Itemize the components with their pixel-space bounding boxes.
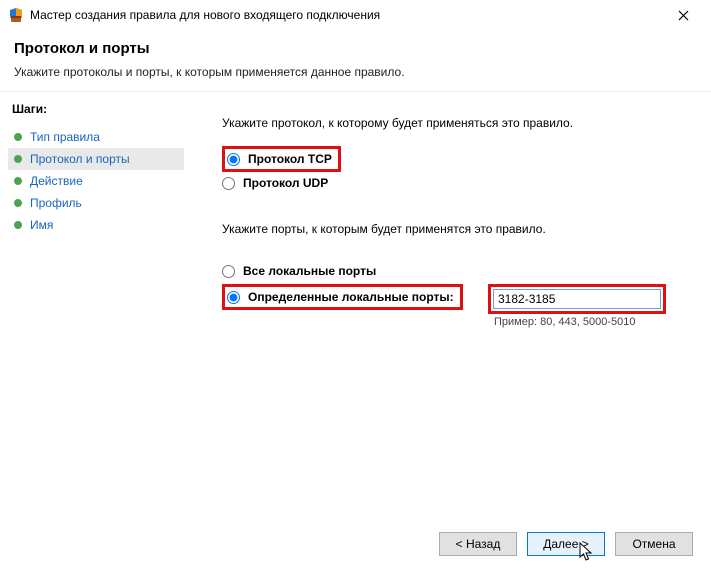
back-button[interactable]: < Назад — [439, 532, 517, 556]
step-label: Протокол и порты — [30, 152, 130, 166]
step-bullet-icon — [14, 155, 22, 163]
close-icon — [678, 10, 689, 21]
radio-all-ports-label: Все локальные порты — [243, 264, 376, 278]
step-bullet-icon — [14, 199, 22, 207]
radio-udp-input[interactable] — [222, 177, 235, 190]
step-label: Тип правила — [30, 130, 100, 144]
steps-sidebar: Шаги: Тип правила Протокол и порты Дейст… — [0, 92, 192, 530]
radio-udp-label: Протокол UDP — [243, 176, 328, 190]
ports-intro-text: Укажите порты, к которым будет применятс… — [222, 222, 681, 236]
highlight-specific-ports: Определенные локальные порты: — [222, 284, 463, 310]
window-title: Мастер создания правила для нового входя… — [30, 8, 663, 22]
wizard-header: Протокол и порты Укажите протоколы и пор… — [0, 30, 711, 91]
step-label: Действие — [30, 174, 83, 188]
steps-heading: Шаги: — [8, 102, 184, 116]
highlight-tcp: Протокол TCP — [222, 146, 341, 172]
close-button[interactable] — [663, 1, 703, 29]
firewall-shield-icon — [8, 7, 24, 23]
step-label: Имя — [30, 218, 53, 232]
step-bullet-icon — [14, 177, 22, 185]
cancel-button[interactable]: Отмена — [615, 532, 693, 556]
titlebar: Мастер создания правила для нового входя… — [0, 0, 711, 30]
content-area: Шаги: Тип правила Протокол и порты Дейст… — [0, 92, 711, 530]
radio-udp[interactable]: Протокол UDP — [222, 174, 681, 192]
radio-tcp[interactable]: Протокол TCP — [227, 150, 332, 168]
radio-specific-ports[interactable]: Определенные локальные порты: — [227, 288, 454, 306]
step-bullet-icon — [14, 133, 22, 141]
page-title: Протокол и порты — [14, 40, 697, 57]
protocol-intro-text: Укажите протокол, к которому будет приме… — [222, 116, 681, 130]
page-subtitle: Укажите протоколы и порты, к которым при… — [14, 65, 697, 89]
step-bullet-icon — [14, 221, 22, 229]
radio-specific-ports-input[interactable] — [227, 291, 240, 304]
step-action[interactable]: Действие — [8, 170, 184, 192]
radio-specific-ports-label: Определенные локальные порты: — [248, 290, 454, 304]
radio-all-ports[interactable]: Все локальные порты — [222, 262, 482, 280]
ports-example-text: Пример: 80, 443, 5000-5010 — [494, 316, 666, 328]
wizard-footer: < Назад Далее > Отмена — [0, 520, 711, 568]
step-protocol-ports[interactable]: Протокол и порты — [8, 148, 184, 170]
next-button[interactable]: Далее > — [527, 532, 605, 556]
step-rule-type[interactable]: Тип правила — [8, 126, 184, 148]
step-name[interactable]: Имя — [8, 214, 184, 236]
highlight-port-input — [488, 284, 666, 314]
main-panel: Укажите протокол, к которому будет приме… — [192, 92, 711, 530]
radio-tcp-input[interactable] — [227, 153, 240, 166]
radio-all-ports-input[interactable] — [222, 265, 235, 278]
step-profile[interactable]: Профиль — [8, 192, 184, 214]
step-label: Профиль — [30, 196, 82, 210]
specific-ports-input[interactable] — [493, 289, 661, 309]
radio-tcp-label: Протокол TCP — [248, 152, 332, 166]
